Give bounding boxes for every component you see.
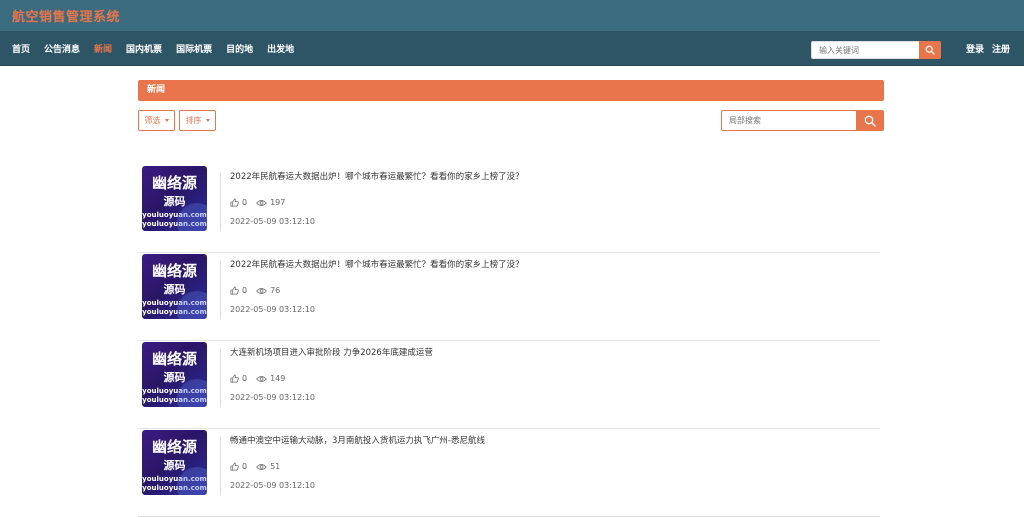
nav-destination[interactable]: 目的地 bbox=[226, 42, 253, 55]
thumbs-up-icon bbox=[230, 286, 239, 295]
divider bbox=[220, 437, 221, 495]
nav-domestic-tickets[interactable]: 国内机票 bbox=[126, 42, 162, 55]
thumbnail-text: 源码 bbox=[163, 195, 186, 208]
eye-icon bbox=[256, 375, 267, 382]
eye-icon bbox=[256, 463, 267, 470]
news-stats: 0 197 bbox=[230, 198, 294, 207]
news-date: 2022-05-09 03:12:10 bbox=[230, 217, 315, 226]
news-title[interactable]: 畅通中澳空中运输大动脉，3月南航投入货机运力执飞广州-悉尼航线 bbox=[230, 434, 485, 446]
news-title[interactable]: 大连新机场项目进入审批阶段 力争2026年底建成运营 bbox=[230, 346, 433, 358]
view-count: 51 bbox=[256, 462, 280, 471]
thumbs-up-icon bbox=[230, 462, 239, 471]
search-icon bbox=[864, 115, 876, 127]
nav-home[interactable]: 首页 bbox=[12, 42, 30, 55]
thumbnail-text: 源码 bbox=[163, 459, 186, 472]
view-count: 197 bbox=[256, 198, 285, 207]
thumbnail-text: 幽络源 bbox=[151, 350, 197, 368]
news-item[interactable]: 幽络源 源码 youluoyuan.com youluoyuan.com 2022… bbox=[138, 253, 880, 341]
news-thumbnail[interactable]: 幽络源 源码 youluoyuan.com youluoyuan.com bbox=[142, 342, 207, 407]
sort-dropdown[interactable]: 排序 bbox=[179, 110, 216, 131]
thumbnail-text: 幽络源 bbox=[151, 262, 197, 280]
thumbnail-text: 幽络源 bbox=[151, 174, 197, 192]
like-count[interactable]: 0 bbox=[230, 286, 247, 295]
local-search bbox=[721, 110, 884, 131]
news-item[interactable]: 幽络源 源码 youluoyuan.com youluoyuan.com 畅通中澳… bbox=[138, 429, 880, 517]
filter-dropdown[interactable]: 筛选 bbox=[138, 110, 175, 131]
thumbnail-text: youluoyuan.com youluoyuan.com bbox=[142, 475, 207, 492]
thumbnail-text: youluoyuan.com youluoyuan.com bbox=[142, 211, 207, 228]
thumbnail-text: 幽络源 bbox=[151, 438, 197, 456]
global-search-input[interactable] bbox=[811, 41, 919, 59]
top-banner: 航空销售管理系统 bbox=[0, 0, 1024, 31]
thumbnail-text: 源码 bbox=[163, 371, 186, 384]
news-title[interactable]: 2022年民航春运大数据出炉！哪个城市春运最繁忙？看看你的家乡上榜了没？ bbox=[230, 258, 524, 270]
main-content: 新闻 筛选 排序 幽络源 源码 youluoyuan.com bbox=[138, 80, 884, 517]
nav-international-tickets[interactable]: 国际机票 bbox=[176, 42, 212, 55]
nav-announcements[interactable]: 公告消息 bbox=[44, 42, 80, 55]
news-date: 2022-05-09 03:12:10 bbox=[230, 305, 315, 314]
news-thumbnail[interactable]: 幽络源 源码 youluoyuan.com youluoyuan.com bbox=[142, 166, 207, 231]
thumbs-up-icon bbox=[230, 198, 239, 207]
thumbnail-text: youluoyuan.com youluoyuan.com bbox=[142, 299, 207, 316]
news-thumbnail[interactable]: 幽络源 源码 youluoyuan.com youluoyuan.com bbox=[142, 430, 207, 495]
thumbnail-text: youluoyuan.com youluoyuan.com bbox=[142, 387, 207, 404]
sort-label: 排序 bbox=[185, 116, 202, 125]
news-date: 2022-05-09 03:12:10 bbox=[230, 393, 315, 402]
login-link[interactable]: 登录 bbox=[966, 42, 984, 55]
news-item[interactable]: 幽络源 源码 youluoyuan.com youluoyuan.com 2022… bbox=[138, 165, 880, 253]
navbar: 首页 公告消息 新闻 国内机票 国际机票 目的地 出发地 登录 注册 bbox=[0, 31, 1024, 66]
news-item[interactable]: 幽络源 源码 youluoyuan.com youluoyuan.com 大连新机… bbox=[138, 341, 880, 429]
news-stats: 0 51 bbox=[230, 462, 289, 471]
news-date: 2022-05-09 03:12:10 bbox=[230, 481, 315, 490]
filter-label: 筛选 bbox=[144, 116, 161, 125]
like-count[interactable]: 0 bbox=[230, 198, 247, 207]
news-thumbnail[interactable]: 幽络源 源码 youluoyuan.com youluoyuan.com bbox=[142, 254, 207, 319]
caret-down-icon bbox=[205, 119, 210, 122]
view-count: 149 bbox=[256, 374, 285, 383]
news-title[interactable]: 2022年民航春运大数据出炉！哪个城市春运最繁忙？看看你的家乡上榜了没？ bbox=[230, 170, 524, 182]
caret-down-icon bbox=[164, 119, 169, 122]
like-count[interactable]: 0 bbox=[230, 374, 247, 383]
news-stats: 0 76 bbox=[230, 286, 289, 295]
news-stats: 0 149 bbox=[230, 374, 294, 383]
app-title: 航空销售管理系统 bbox=[12, 10, 121, 25]
divider bbox=[220, 349, 221, 407]
news-list: 幽络源 源码 youluoyuan.com youluoyuan.com 2022… bbox=[138, 165, 880, 517]
nav-departure[interactable]: 出发地 bbox=[267, 42, 294, 55]
eye-icon bbox=[256, 287, 267, 294]
search-icon bbox=[925, 45, 935, 55]
view-count: 76 bbox=[256, 286, 280, 295]
main-nav: 首页 公告消息 新闻 国内机票 国际机票 目的地 出发地 bbox=[12, 31, 308, 66]
list-toolbar: 筛选 排序 bbox=[138, 110, 884, 132]
global-search-button[interactable] bbox=[919, 41, 941, 59]
like-count[interactable]: 0 bbox=[230, 462, 247, 471]
auth-links: 登录 注册 bbox=[966, 31, 1018, 66]
eye-icon bbox=[256, 199, 267, 206]
global-search bbox=[811, 41, 941, 59]
section-title: 新闻 bbox=[138, 80, 884, 101]
divider bbox=[220, 261, 221, 319]
thumbnail-text: 源码 bbox=[163, 283, 186, 296]
divider bbox=[220, 173, 221, 231]
local-search-button[interactable] bbox=[856, 110, 884, 131]
register-link[interactable]: 注册 bbox=[992, 42, 1010, 55]
thumbs-up-icon bbox=[230, 374, 239, 383]
local-search-input[interactable] bbox=[721, 110, 856, 131]
nav-news[interactable]: 新闻 bbox=[94, 42, 112, 55]
